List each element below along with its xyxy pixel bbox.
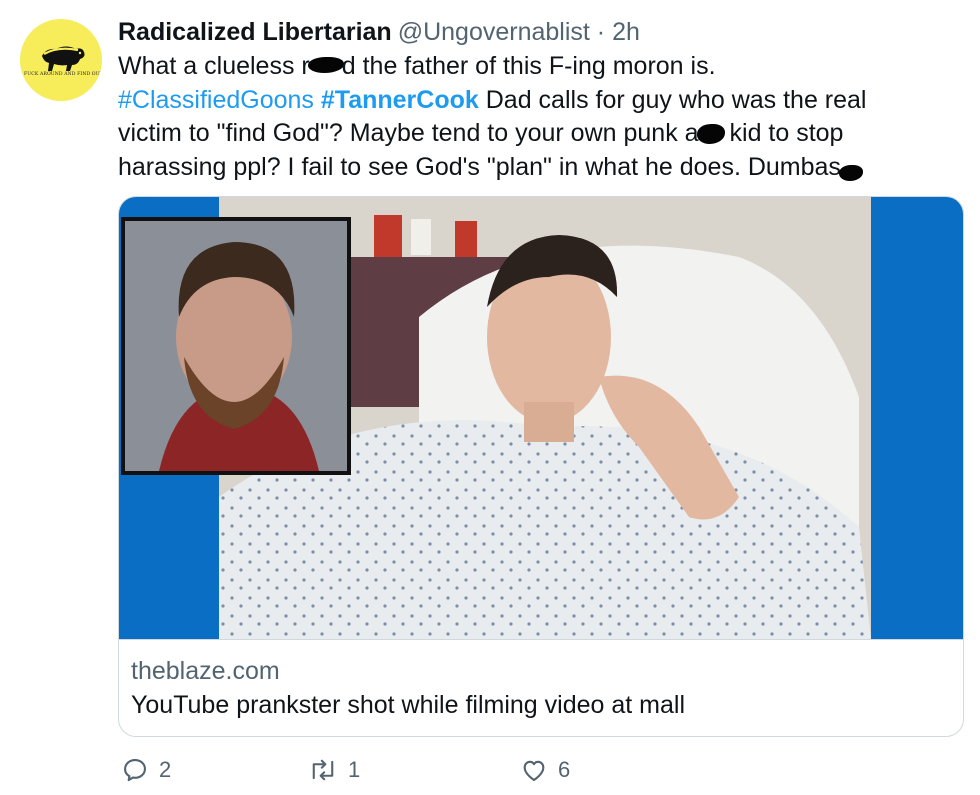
- news-photo-icon: [119, 197, 963, 639]
- text-segment: harassing ppl? I fail to see God's "plan…: [118, 152, 841, 181]
- retweet-button[interactable]: 1: [308, 750, 360, 790]
- tweet-text-line: harassing ppl? I fail to see God's "plan…: [118, 151, 963, 185]
- retweet-icon: [312, 759, 334, 781]
- tweet-text-line: #ClassifiedGoons #TannerCook Dad calls f…: [118, 84, 963, 118]
- scribble-redaction-icon: [696, 124, 725, 144]
- timestamp[interactable]: 2h: [612, 18, 640, 46]
- text-segment: victim to "find God"? Maybe tend to your…: [118, 119, 699, 147]
- tweet[interactable]: FUCK AROUND AND FIND OUT Radicalized Lib…: [0, 0, 980, 795]
- separator-dot: ·: [596, 18, 606, 46]
- hashtag-link[interactable]: #TannerCook: [321, 86, 479, 114]
- scribble-redaction-icon: [307, 57, 344, 73]
- text-segment: d the father of this F-ing moron is.: [341, 52, 716, 80]
- reply-button[interactable]: 2: [121, 750, 171, 790]
- card-domain: theblaze.com: [131, 657, 280, 685]
- heart-icon: [523, 760, 545, 781]
- link-card[interactable]: theblaze.com YouTube prankster shot whil…: [118, 196, 964, 737]
- retweet-count: 1: [348, 757, 361, 782]
- scribble-redaction-icon: [838, 164, 863, 181]
- tweet-text-line: What a clueless r d the father of this F-…: [118, 50, 963, 84]
- tweet-header: Radicalized Libertarian @Ungovernablist ·…: [118, 16, 640, 48]
- card-title: YouTube prankster shot while filming vid…: [131, 691, 685, 719]
- avatar[interactable]: FUCK AROUND AND FIND OUT: [20, 19, 102, 101]
- card-meta[interactable]: theblaze.com YouTube prankster shot whil…: [119, 639, 963, 736]
- hashtag-link[interactable]: #ClassifiedGoons: [118, 86, 314, 114]
- tweet-text-line: victim to "find God"? Maybe tend to your…: [118, 117, 963, 151]
- text-segment: Dad calls for guy who was the real: [478, 85, 867, 114]
- card-image[interactable]: [119, 197, 963, 639]
- text-segment: What a clueless r: [118, 52, 310, 80]
- like-button[interactable]: 6: [520, 750, 570, 790]
- display-name[interactable]: Radicalized Libertarian: [118, 18, 392, 46]
- like-count: 6: [558, 757, 571, 782]
- text-segment: kid to stop: [722, 119, 844, 147]
- avatar-caption: FUCK AROUND AND FIND OUT: [24, 72, 102, 77]
- reply-icon: [124, 759, 146, 782]
- action-bar: 2 1 6: [118, 750, 964, 790]
- honey-badger-logo-icon: [42, 46, 85, 71]
- user-handle[interactable]: @Ungovernablist: [398, 18, 590, 46]
- reply-count: 2: [159, 757, 172, 782]
- tweet-text: What a clueless r d the father of this F-…: [118, 50, 963, 184]
